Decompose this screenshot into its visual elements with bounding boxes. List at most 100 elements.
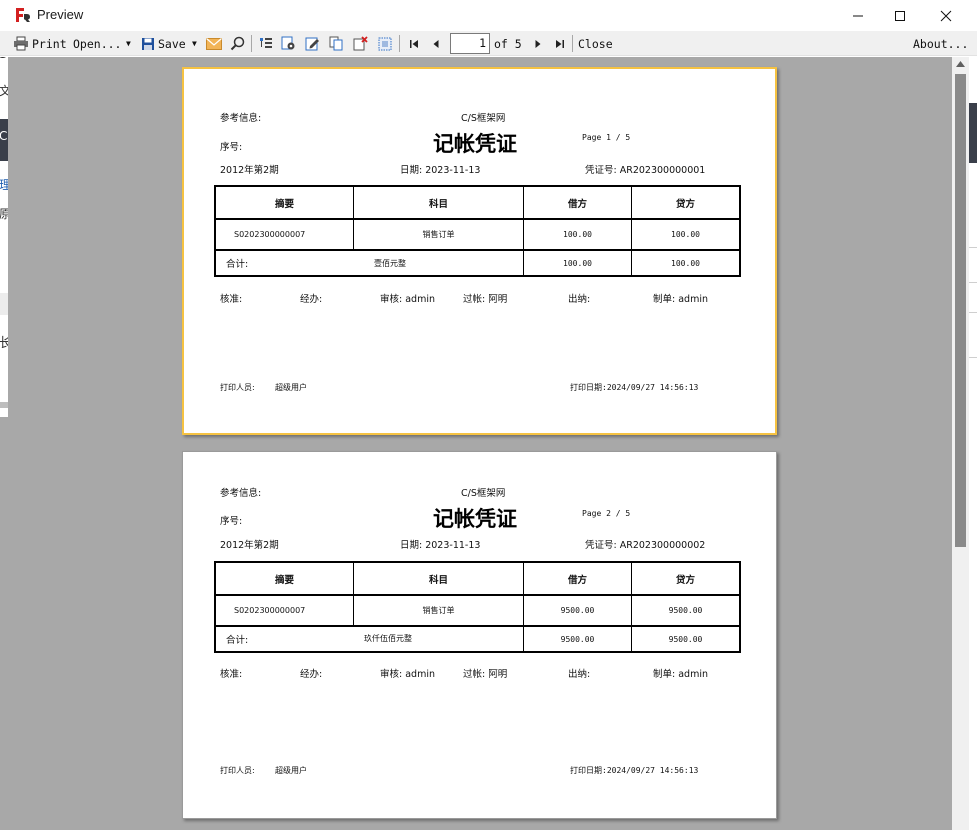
printer-name: 超级用户 (275, 766, 307, 775)
outline-tree-icon[interactable] (257, 35, 274, 52)
total-debit: 9500.00 (524, 626, 632, 653)
sign-post: 过帐: 阿明 (463, 294, 508, 305)
save-disk-icon[interactable] (139, 35, 156, 52)
period: 2012年第2期 (220, 165, 279, 176)
close-preview-button[interactable]: Close (578, 31, 613, 56)
total-in-words: 壹佰元整 (374, 259, 406, 268)
watermark-icon[interactable] (376, 35, 393, 52)
sequence-label: 序号: (220, 142, 243, 153)
report-page[interactable]: 参考信息: C/S框架网 序号: 记帐凭证 Page 2 / 5 2012年第2… (182, 451, 777, 819)
sign-post: 过帐: 阿明 (463, 669, 508, 680)
voucher-date: 日期: 2023-11-13 (400, 540, 481, 551)
row-subject: 销售订单 (354, 596, 524, 626)
print-date: 打印日期:2024/09/27 14:56:13 (570, 383, 699, 392)
maximize-button[interactable] (877, 0, 923, 31)
report-page[interactable]: 参考信息: C/S框架网 序号: 记帐凭证 Page 1 / 5 2012年第2… (182, 67, 777, 435)
first-page-icon[interactable] (405, 35, 422, 52)
background-line (969, 312, 977, 313)
vertical-scrollbar[interactable] (952, 57, 969, 830)
background-text: 长 (0, 336, 8, 351)
header-debit: 借方 (524, 561, 632, 596)
company-name: C/S框架网 (461, 488, 506, 499)
total-label: 合计: (214, 250, 524, 277)
title-bar: Preview (0, 0, 977, 31)
background-text: 原 (0, 207, 8, 221)
background-text: 理 (0, 178, 8, 192)
header-summary: 摘要 (214, 185, 354, 220)
background-text: 文 (0, 84, 8, 98)
voucher-date: 日期: 2023-11-13 (400, 165, 481, 176)
background-strip (0, 402, 8, 408)
preview-window: Preview Print Open... ▼ Save ▼ 1 of 5 Cl… (0, 0, 977, 830)
page-info: Page 1 / 5 (582, 133, 631, 142)
header-credit: 贷方 (632, 185, 741, 220)
sign-cashier: 出纳: (568, 669, 591, 680)
close-icon (940, 10, 952, 21)
row-debit: 100.00 (524, 220, 632, 250)
voucher-table: 摘要 科目 借方 贷方 S0202300000007 销售订单 9500.00 … (214, 561, 741, 653)
voucher-table: 摘要 科目 借方 贷方 S0202300000007 销售订单 100.00 1… (214, 185, 741, 277)
background-line (969, 357, 977, 358)
header-debit: 借方 (524, 185, 632, 220)
next-page-icon[interactable] (529, 35, 546, 52)
save-dropdown-arrow-icon[interactable]: ▼ (192, 31, 197, 56)
background-line (969, 282, 977, 283)
copy-page-icon[interactable] (328, 35, 345, 52)
background-dark-bar (969, 103, 977, 163)
email-icon[interactable] (205, 35, 222, 52)
voucher-number: 凭证号: AR202300000002 (585, 540, 706, 551)
background-line (969, 247, 977, 248)
page-info: Page 2 / 5 (582, 509, 631, 518)
total-credit: 9500.00 (632, 626, 741, 653)
minimize-button[interactable] (835, 0, 881, 31)
scroll-up-arrow-icon[interactable] (956, 61, 965, 67)
close-window-button[interactable] (923, 0, 969, 31)
voucher-title: 记帐凭证 (433, 506, 517, 531)
reference-label: 参考信息: (220, 113, 262, 124)
sign-audit: 审核: admin (380, 669, 435, 680)
printer-label: 打印人员: (220, 383, 255, 392)
page-number-input[interactable]: 1 (450, 33, 490, 54)
find-magnifier-icon[interactable] (229, 35, 246, 52)
row-subject: 销售订单 (354, 220, 524, 250)
background-text: S (0, 57, 7, 62)
print-date: 打印日期:2024/09/27 14:56:13 (570, 766, 699, 775)
about-button[interactable]: About... (913, 31, 968, 56)
maximize-icon (895, 10, 905, 21)
save-button[interactable]: Save (158, 31, 186, 56)
header-credit: 贷方 (632, 561, 741, 596)
voucher-title: 记帐凭证 (433, 131, 517, 156)
sign-approve: 核准: (220, 669, 243, 680)
sign-maker: 制单: admin (653, 294, 708, 305)
open-dropdown-arrow-icon[interactable]: ▼ (126, 31, 131, 56)
sign-approve: 核准: (220, 294, 243, 305)
minimize-icon (853, 15, 863, 16)
row-credit: 9500.00 (632, 596, 741, 626)
row-summary: S0202300000007 (214, 220, 354, 250)
window-title: Preview (37, 7, 84, 22)
total-debit: 100.00 (524, 250, 632, 277)
previous-page-icon[interactable] (427, 35, 444, 52)
total-credit: 100.00 (632, 250, 741, 277)
delete-page-icon[interactable] (352, 35, 369, 52)
reference-label: 参考信息: (220, 488, 262, 499)
print-button[interactable]: Print (32, 31, 67, 56)
printer-icon[interactable] (12, 35, 29, 52)
fastreport-logo-icon (16, 8, 30, 22)
header-summary: 摘要 (214, 561, 354, 596)
toolbar-separator (251, 35, 252, 52)
sign-handler: 经办: (300, 294, 323, 305)
last-page-icon[interactable] (551, 35, 568, 52)
sign-cashier: 出纳: (568, 294, 591, 305)
sign-maker: 制单: admin (653, 669, 708, 680)
page-setup-gear-icon[interactable] (280, 35, 297, 52)
printer-name: 超级用户 (275, 383, 307, 392)
row-debit: 9500.00 (524, 596, 632, 626)
row-credit: 100.00 (632, 220, 741, 250)
scrollbar-thumb[interactable] (955, 74, 966, 547)
period: 2012年第2期 (220, 540, 279, 551)
open-button[interactable]: Open... (73, 31, 121, 56)
sequence-label: 序号: (220, 516, 243, 527)
preview-toolbar: Print Open... ▼ Save ▼ 1 of 5 Close Abou… (0, 31, 977, 56)
edit-page-icon[interactable] (304, 35, 321, 52)
